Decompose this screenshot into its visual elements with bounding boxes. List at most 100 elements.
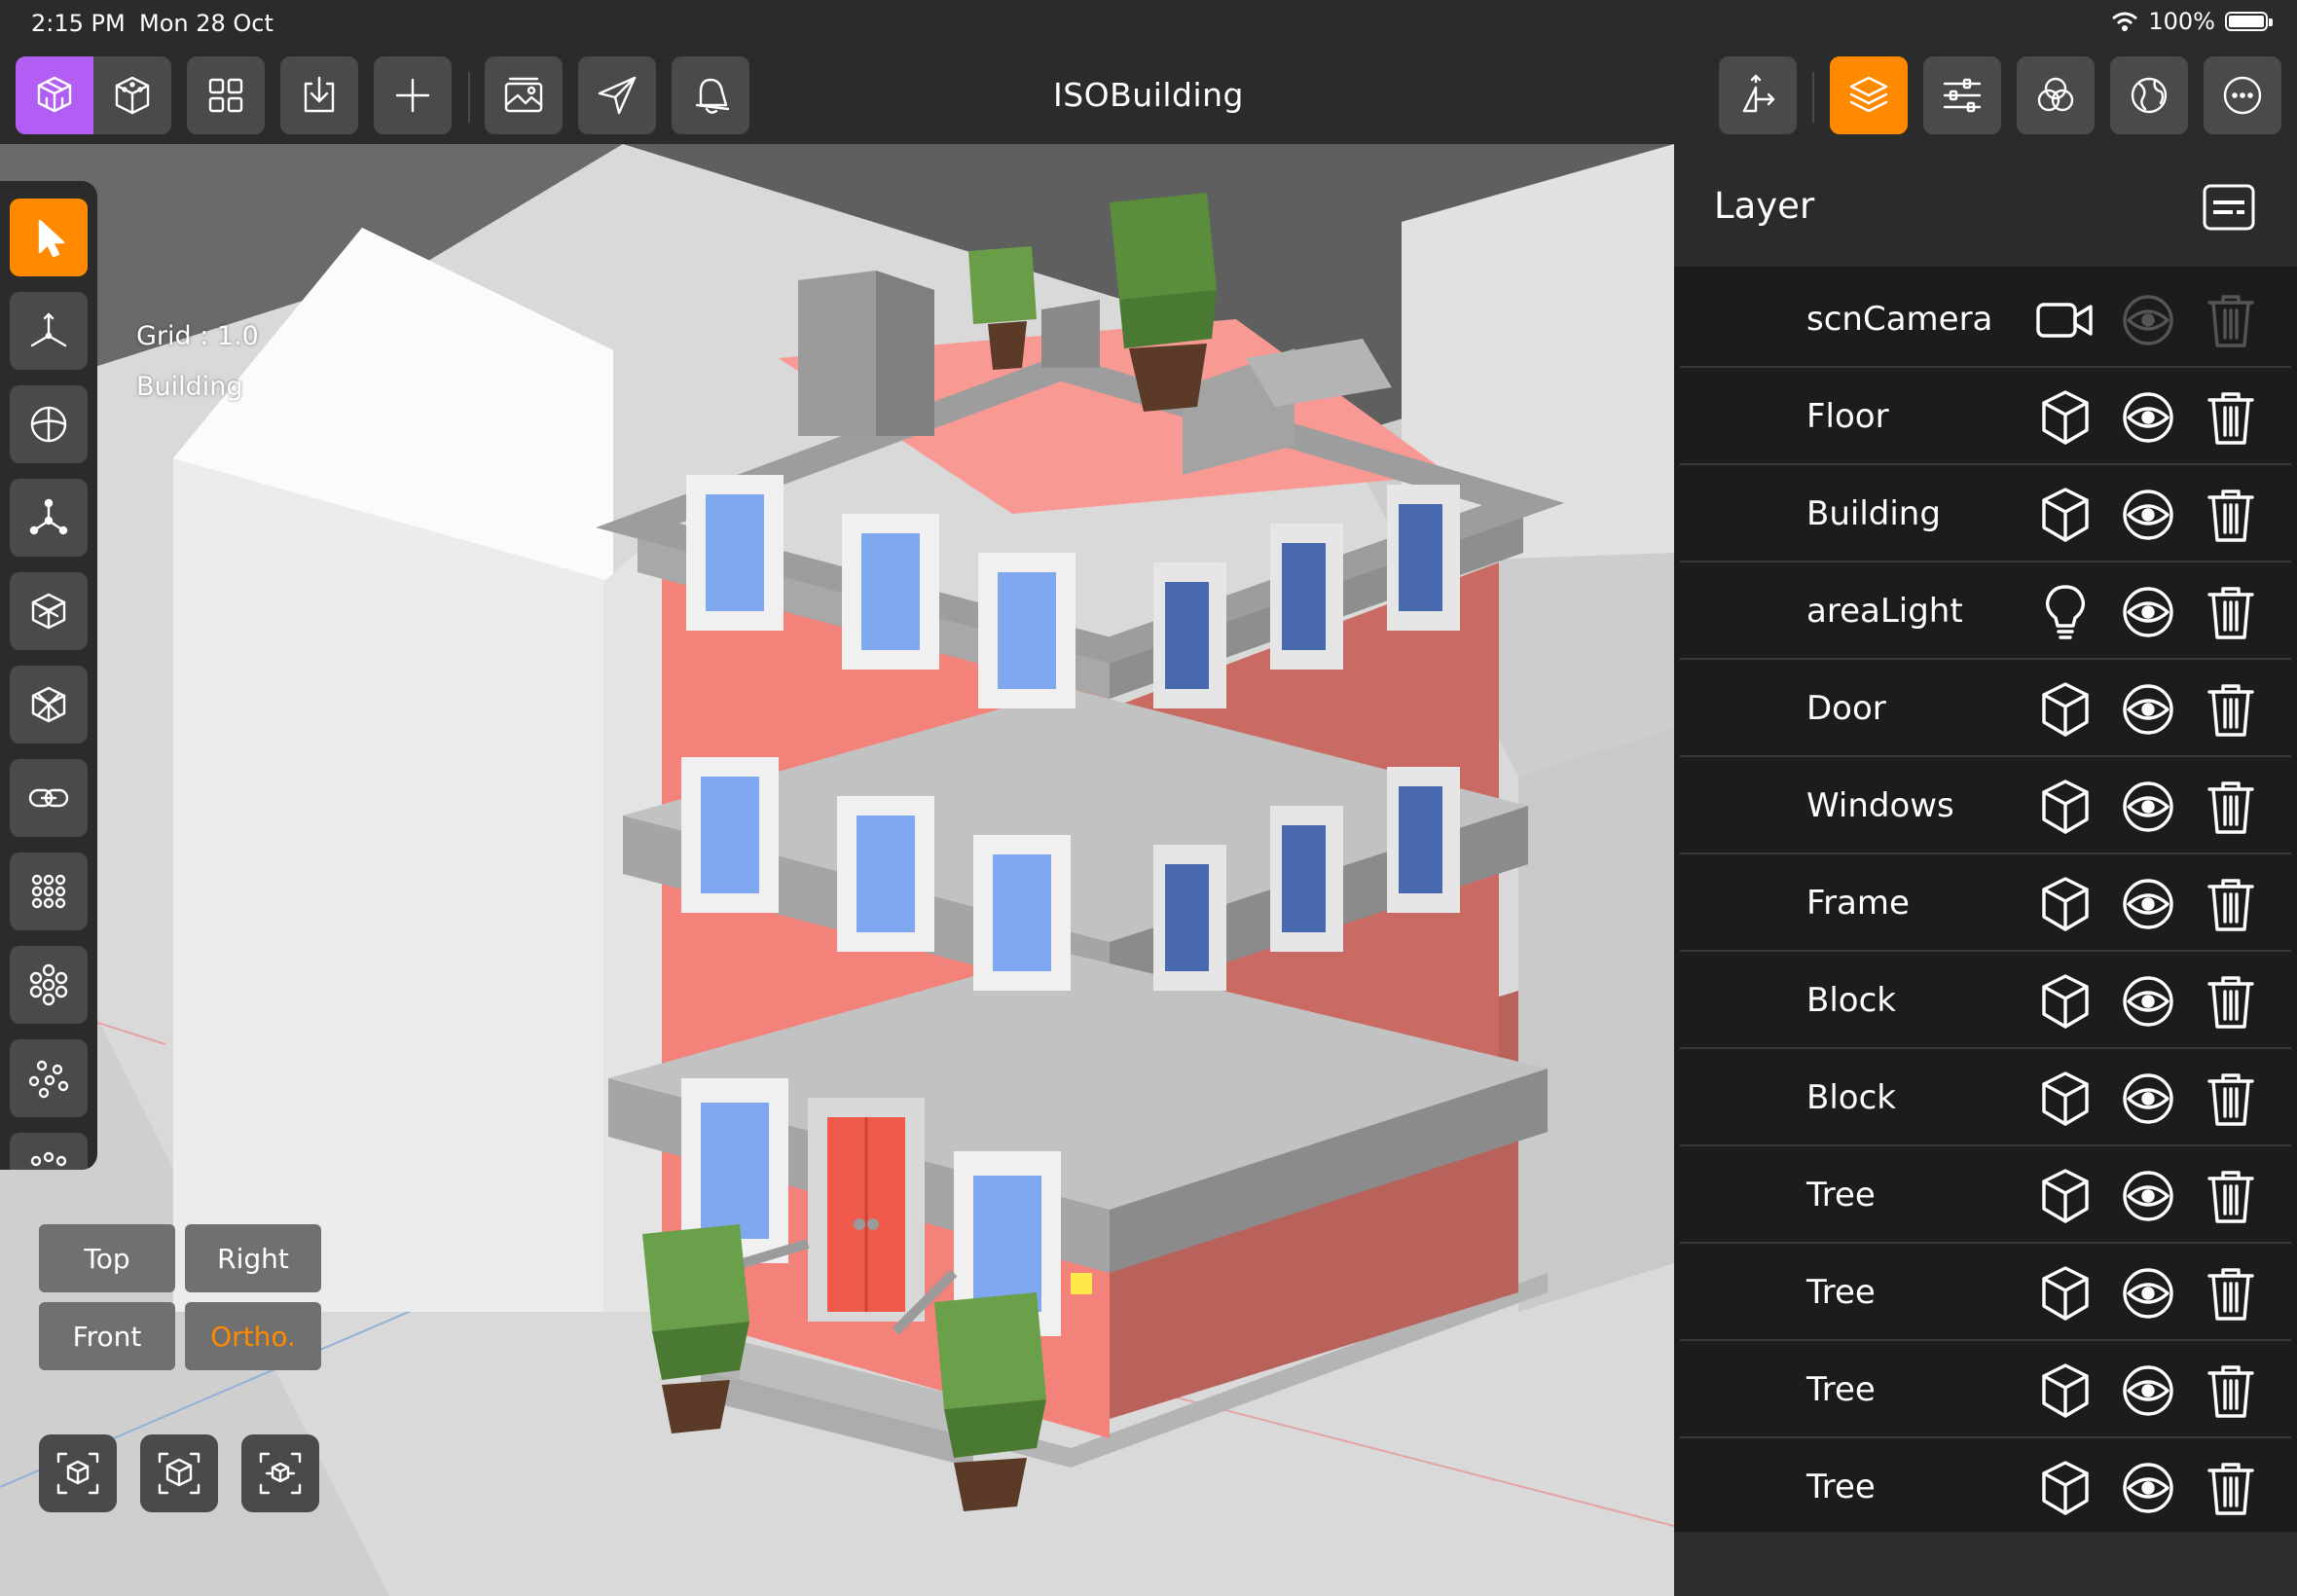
visibility-toggle[interactable]: [2117, 873, 2179, 935]
view-ortho-button[interactable]: Ortho.: [185, 1302, 321, 1370]
axis-tool-button[interactable]: [10, 292, 88, 370]
visibility-toggle[interactable]: [2117, 1262, 2179, 1324]
trash-icon[interactable]: [2200, 1262, 2262, 1324]
select-tool-button[interactable]: [10, 199, 88, 276]
link-icon: [28, 788, 69, 808]
import-icon: [304, 76, 335, 113]
layer-row[interactable]: Floor: [1680, 370, 2291, 465]
visibility-toggle[interactable]: [2117, 289, 2179, 351]
array-more-button[interactable]: [10, 1133, 88, 1170]
import-button[interactable]: [280, 56, 358, 134]
trash-icon[interactable]: [2200, 1165, 2262, 1227]
view-right-button[interactable]: Right: [185, 1224, 321, 1292]
sliders-icon: [1943, 78, 1982, 113]
camera-selection-button[interactable]: [241, 1434, 319, 1512]
selected-object-label: Building: [136, 372, 243, 402]
environment-button[interactable]: [2110, 56, 2188, 134]
cube-icon: [2034, 386, 2096, 449]
array-circle-button[interactable]: [10, 946, 88, 1024]
bounding-box-tool-button[interactable]: [10, 572, 88, 650]
render-image-button[interactable]: [485, 56, 563, 134]
layer-row[interactable]: Tree: [1680, 1148, 2291, 1244]
layer-row[interactable]: Door: [1680, 662, 2291, 757]
properties-button[interactable]: [1923, 56, 2001, 134]
layers-button[interactable]: [1830, 56, 1908, 134]
grid-size-label: Grid : 1.0: [136, 321, 259, 351]
layer-panel-header: Layer: [1674, 144, 2297, 267]
object-mode-button[interactable]: [93, 56, 171, 134]
layer-name: Building: [1806, 494, 1941, 533]
view-top-button[interactable]: Top: [39, 1224, 175, 1292]
more-icon: [2223, 76, 2262, 115]
status-right: 100%: [2111, 8, 2273, 35]
layer-panel-title: Layer: [1714, 185, 1815, 227]
visibility-toggle[interactable]: [2117, 1068, 2179, 1130]
transform-button[interactable]: [1719, 56, 1797, 134]
share-button[interactable]: [578, 56, 656, 134]
visibility-toggle[interactable]: [2117, 1457, 2179, 1519]
link-tool-button[interactable]: [10, 759, 88, 837]
pivot-tool-button[interactable]: [10, 479, 88, 557]
layer-row[interactable]: Building: [1680, 467, 2291, 562]
visibility-toggle[interactable]: [2117, 970, 2179, 1033]
visibility-toggle[interactable]: [2117, 776, 2179, 838]
rotate-tool-button[interactable]: [10, 385, 88, 463]
voxel-icon: [37, 76, 72, 113]
material-button[interactable]: [2017, 56, 2095, 134]
trash-icon[interactable]: [2200, 484, 2262, 546]
white-block-left[interactable]: [173, 228, 681, 1312]
trash-icon[interactable]: [2200, 581, 2262, 643]
layer-name: Tree: [1806, 1176, 1876, 1215]
layer-row[interactable]: scnCamera: [1680, 272, 2291, 368]
layer-row[interactable]: Block: [1680, 954, 2291, 1049]
trash-icon[interactable]: [2200, 1360, 2262, 1422]
visibility-toggle[interactable]: [2117, 386, 2179, 449]
center-tool-button[interactable]: [10, 666, 88, 744]
trash-icon[interactable]: [2200, 970, 2262, 1033]
camera-reset-button[interactable]: [140, 1434, 218, 1512]
layer-row[interactable]: Tree: [1680, 1343, 2291, 1438]
reset-cube-icon: [158, 1452, 201, 1495]
axis-icon: [30, 312, 67, 347]
more-button[interactable]: [2204, 56, 2281, 134]
layer-row[interactable]: areaLight: [1680, 564, 2291, 660]
array-grid-button[interactable]: [10, 852, 88, 930]
visibility-toggle[interactable]: [2117, 1360, 2179, 1422]
trash-icon[interactable]: [2200, 386, 2262, 449]
cube-icon: [2034, 678, 2096, 741]
visibility-toggle[interactable]: [2117, 678, 2179, 741]
layer-panel-options-button[interactable]: [2202, 183, 2256, 232]
box-frame-icon: [31, 593, 66, 630]
grid-view-button[interactable]: [187, 56, 265, 134]
view-front-button[interactable]: Front: [39, 1302, 175, 1370]
layer-row[interactable]: Block: [1680, 1051, 2291, 1146]
array-scatter-button[interactable]: [10, 1039, 88, 1117]
trash-icon[interactable]: [2200, 873, 2262, 935]
add-button[interactable]: [374, 56, 452, 134]
trash-icon[interactable]: [2200, 776, 2262, 838]
notifications-button[interactable]: [672, 56, 749, 134]
cube-icon: [2034, 970, 2096, 1033]
layer-row[interactable]: Frame: [1680, 856, 2291, 952]
trash-icon[interactable]: [2200, 678, 2262, 741]
cube-icon: [115, 76, 150, 115]
visibility-toggle[interactable]: [2117, 1165, 2179, 1227]
trash-icon[interactable]: [2200, 1068, 2262, 1130]
voxel-mode-button[interactable]: [16, 56, 93, 134]
visibility-toggle[interactable]: [2117, 581, 2179, 643]
wifi-icon: [2112, 12, 2138, 31]
scene-canvas[interactable]: [0, 144, 1674, 1596]
array-grid-icon: [31, 874, 66, 909]
layer-row[interactable]: Tree: [1680, 1440, 2291, 1536]
layer-row[interactable]: Windows: [1680, 759, 2291, 854]
layer-name: Tree: [1806, 1370, 1876, 1409]
layer-name: Block: [1806, 1078, 1896, 1117]
scene-viewport[interactable]: Grid : 1.0 Building Top Right Front Orth…: [0, 144, 1674, 1596]
trash-icon[interactable]: [2200, 289, 2262, 351]
cube-icon: [2034, 1165, 2096, 1227]
layer-row[interactable]: Tree: [1680, 1246, 2291, 1341]
visibility-toggle[interactable]: [2117, 484, 2179, 546]
camera-fit-button[interactable]: [39, 1434, 117, 1512]
trash-icon[interactable]: [2200, 1457, 2262, 1519]
cube-icon: [2034, 1360, 2096, 1422]
